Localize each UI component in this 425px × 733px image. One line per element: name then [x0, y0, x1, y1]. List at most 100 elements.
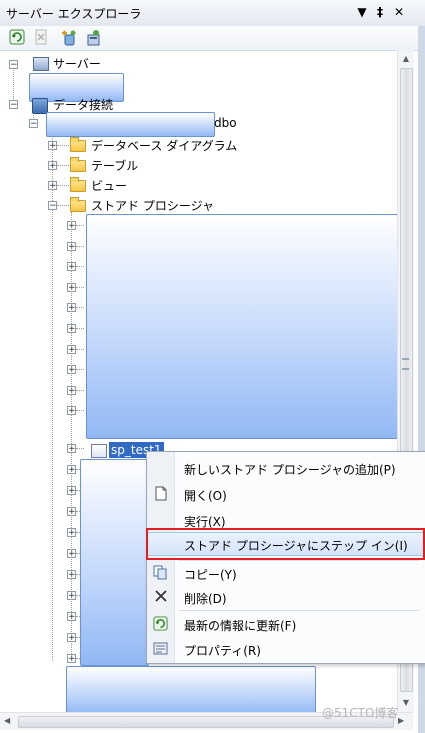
servers-icon	[33, 57, 49, 71]
panel-title-bar: サーバー エクスプローラ ▼ ‡ ✕	[0, 0, 425, 27]
menu-item-refresh[interactable]: 最新の情報に更新(F)	[147, 612, 425, 636]
menu-item-label: コピー(Y)	[184, 568, 237, 582]
connection-expander[interactable]: −	[29, 119, 38, 129]
menu-item-open[interactable]: 開く(O)	[147, 482, 425, 506]
menu-item-properties[interactable]: プロパティ(R)	[147, 637, 425, 661]
refresh-button[interactable]	[9, 29, 27, 47]
menu-item-label: 新しいストアド プロシージャの追加(P)	[184, 463, 396, 477]
tree-guide-line	[76, 349, 84, 350]
data-connections-expander[interactable]: −	[9, 100, 18, 110]
tree-guide-line	[76, 287, 84, 288]
tree-guide-line	[13, 65, 14, 105]
scroll-down-icon[interactable]: ▼	[401, 698, 411, 708]
tree-node-stored-procedures[interactable]: ストアド プロシージャ	[91, 197, 214, 214]
tree-guide-line	[76, 328, 84, 329]
tree-node-diagrams[interactable]: データベース ダイアグラム	[91, 137, 237, 154]
procedure-expander[interactable]: +	[67, 612, 76, 622]
procedure-expander[interactable]: +	[67, 633, 76, 643]
procedure-expander[interactable]: +	[67, 406, 76, 416]
menu-item-label: 最新の情報に更新(F)	[184, 619, 297, 633]
connect-db-icon	[62, 30, 76, 46]
copy-icon	[153, 565, 168, 580]
tree-guide-line	[76, 448, 84, 449]
redacted-connection-name	[46, 112, 215, 137]
procedure-expander[interactable]: +	[67, 365, 76, 375]
folder-open-icon	[70, 197, 86, 212]
tree-node-views[interactable]: ビュー	[91, 177, 127, 194]
window-position-button[interactable]: ▼	[354, 3, 370, 21]
properties-icon	[153, 641, 168, 656]
redacted-procedure-list	[80, 459, 149, 666]
folder-icon	[70, 137, 86, 152]
tree-guide-line	[76, 307, 84, 308]
menu-item-label: 開く(O)	[184, 489, 227, 503]
tree-guide-line	[76, 410, 84, 411]
refresh-icon	[9, 29, 25, 45]
procedure-expander[interactable]: +	[67, 262, 76, 272]
procedure-expander[interactable]: +	[67, 345, 76, 355]
scroll-up-icon[interactable]: ▲	[401, 54, 411, 64]
scroll-grip-icon	[402, 358, 409, 370]
menu-item-add-stored-procedure[interactable]: 新しいストアド プロシージャの追加(P)	[147, 456, 425, 480]
menu-item-label: 削除(D)	[184, 592, 227, 606]
open-icon	[153, 486, 168, 501]
connection-suffix[interactable]: dbo	[214, 116, 237, 130]
stop-refresh-button[interactable]	[33, 29, 51, 47]
menu-separator	[179, 610, 419, 611]
tree-guide-line	[76, 266, 84, 267]
scroll-right-icon[interactable]: ▶	[398, 716, 408, 725]
menu-item-copy[interactable]: コピー(Y)	[147, 561, 425, 585]
stored-procedures-expander[interactable]: −	[48, 201, 57, 211]
diagrams-expander[interactable]: +	[48, 141, 57, 151]
folder-icon	[70, 157, 86, 172]
procedure-expander[interactable]: +	[67, 507, 76, 517]
tree-guide-line	[57, 185, 69, 186]
explorer-toolbar	[0, 26, 425, 51]
procedure-expander[interactable]: +	[67, 242, 76, 252]
procedure-expander[interactable]: +	[67, 465, 76, 475]
procedure-expander[interactable]: +	[67, 303, 76, 313]
procedure-expander[interactable]: +	[67, 591, 76, 601]
redacted-bottom-node	[66, 666, 316, 715]
server-explorer-panel: サーバー エクスプローラ ▼ ‡ ✕ − サーバー − データ接続 − dbo …	[0, 0, 425, 733]
tree-guide-line	[57, 165, 69, 166]
stored-procedure-icon	[91, 444, 107, 458]
close-button[interactable]: ✕	[391, 3, 407, 21]
tree-guide-line	[57, 145, 69, 146]
data-connections-label[interactable]: データ接続	[53, 96, 113, 113]
tree-guide-line	[76, 225, 84, 226]
connect-server-button[interactable]	[84, 29, 102, 47]
delete-icon	[153, 589, 168, 604]
watermark: @51CTO博客	[322, 706, 399, 720]
folder-icon	[70, 177, 86, 192]
procedure-expander[interactable]: +	[67, 654, 76, 664]
procedure-expander[interactable]: +	[67, 486, 76, 496]
connect-database-button[interactable]	[60, 29, 78, 47]
procedure-expander[interactable]: +	[67, 528, 76, 538]
tree-guide-line	[76, 390, 84, 391]
procedure-expander[interactable]: +	[67, 549, 76, 559]
menu-item-label: プロパティ(R)	[184, 644, 261, 658]
tree-node-tables[interactable]: テーブル	[91, 157, 138, 174]
tree-guide-line	[76, 369, 84, 370]
procedure-expander[interactable]: +	[67, 386, 76, 396]
procedure-expander[interactable]: +	[67, 324, 76, 334]
annotation-highlight-box	[146, 528, 425, 560]
procedure-expander[interactable]: +	[67, 221, 76, 231]
views-expander[interactable]: +	[48, 181, 57, 191]
procedure-expander[interactable]: +	[67, 283, 76, 293]
servers-expander[interactable]: −	[9, 60, 18, 70]
procedure-expander[interactable]: +	[67, 444, 76, 454]
autohide-pin-button[interactable]: ‡	[372, 3, 388, 21]
stop-icon	[35, 29, 47, 45]
procedure-expander[interactable]: +	[67, 570, 76, 580]
tree-guide-line	[57, 205, 69, 206]
menu-item-delete[interactable]: 削除(D)	[147, 585, 425, 609]
refresh-icon	[153, 616, 168, 631]
connect-server-icon	[87, 30, 100, 46]
scroll-left-icon[interactable]: ◀	[4, 716, 14, 725]
redacted-procedure-list	[86, 214, 402, 439]
tables-expander[interactable]: +	[48, 161, 57, 171]
servers-node-label[interactable]: サーバー	[53, 55, 101, 72]
tree-guide-line	[76, 246, 84, 247]
